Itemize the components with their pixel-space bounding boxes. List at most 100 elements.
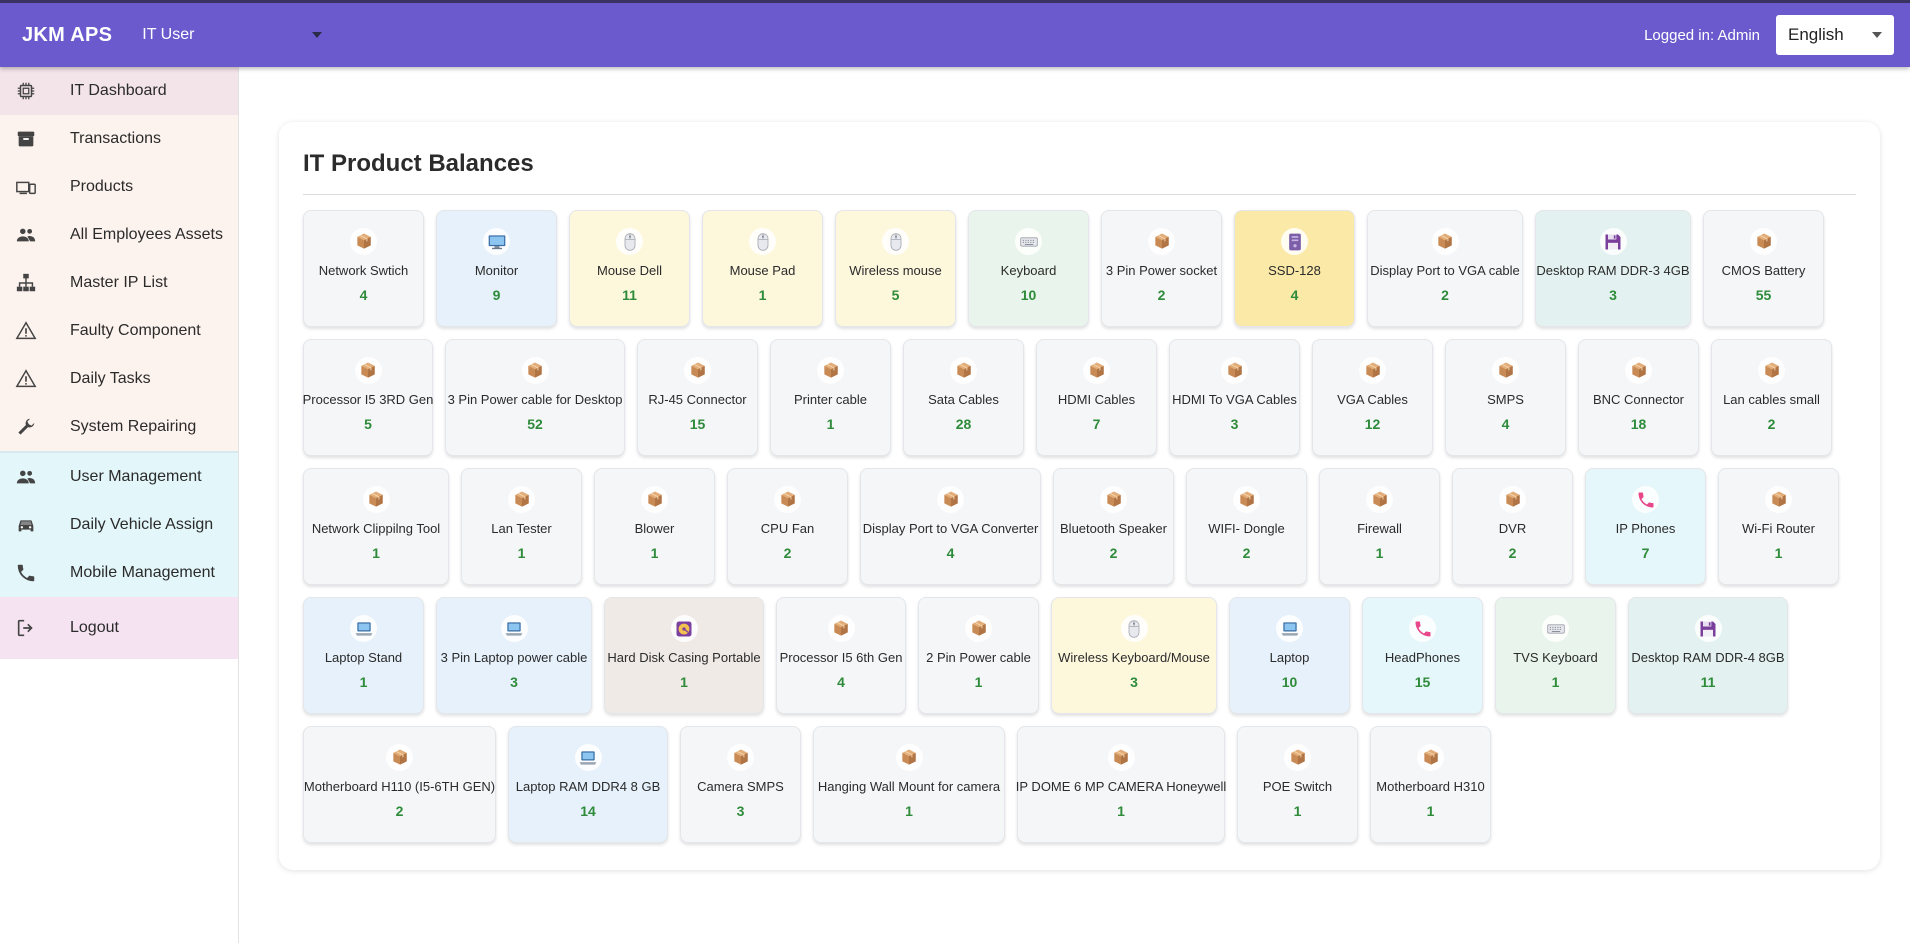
sidebar-item-daily-vehicle-assign[interactable]: Daily Vehicle Assign <box>0 501 238 549</box>
product-name: WIFI- Dongle <box>1208 521 1285 536</box>
product-tile-display-port-to-vga-cable[interactable]: Display Port to VGA cable 2 <box>1367 210 1523 327</box>
product-tile-tvs-keyboard[interactable]: TVS Keyboard 1 <box>1495 597 1616 714</box>
product-tile-bluetooth-speaker[interactable]: Bluetooth Speaker 2 <box>1053 468 1174 585</box>
product-tile-ip-dome-6-mp-camera-honeywell[interactable]: IP DOME 6 MP CAMERA Honeywell 1 <box>1016 726 1226 843</box>
product-tile-rj-45-connector[interactable]: RJ-45 Connector 15 <box>637 339 758 456</box>
product-tile-laptop-ram-ddr4-8-gb[interactable]: Laptop RAM DDR4 8 GB 14 <box>508 726 668 843</box>
product-tile-3-pin-power-socket[interactable]: 3 Pin Power socket 2 <box>1101 210 1222 327</box>
product-tile-wireless-mouse[interactable]: Wireless mouse 5 <box>835 210 956 327</box>
sidebar-item-daily-tasks[interactable]: Daily Tasks <box>0 355 238 403</box>
product-tile-dvr[interactable]: DVR 2 <box>1452 468 1573 585</box>
sidebar-item-user-management[interactable]: User Management <box>0 453 238 501</box>
product-tile-mouse-pad[interactable]: Mouse Pad 1 <box>702 210 823 327</box>
package-icon <box>641 486 668 513</box>
sidebar-item-faulty-component[interactable]: Faulty Component <box>0 307 238 355</box>
sidebar-item-label: Transactions <box>70 130 161 147</box>
package-icon <box>521 357 549 384</box>
sidebar-item-mobile-management[interactable]: Mobile Management <box>0 549 238 597</box>
package-icon <box>684 357 711 384</box>
product-tile-monitor[interactable]: Monitor 9 <box>436 210 557 327</box>
mouse-icon <box>882 228 909 255</box>
product-tile-blower[interactable]: Blower 1 <box>594 468 715 585</box>
product-name: Processor I5 6th Gen <box>779 650 903 665</box>
product-tile-keyboard[interactable]: Keyboard 10 <box>968 210 1089 327</box>
product-tile-laptop[interactable]: Laptop 10 <box>1229 597 1350 714</box>
product-tile-sata-cables[interactable]: Sata Cables 28 <box>903 339 1024 456</box>
product-tile-bnc-connector[interactable]: BNC Connector 18 <box>1578 339 1699 456</box>
product-tile-desktop-ram-ddr-4-8gb[interactable]: Desktop RAM DDR-4 8GB 11 <box>1628 597 1788 714</box>
product-tile-hard-disk-casing-portable[interactable]: Hard Disk Casing Portable 1 <box>604 597 764 714</box>
product-tile-hdmi-to-vga-cables[interactable]: HDMI To VGA Cables 3 <box>1169 339 1300 456</box>
product-tile-3-pin-power-cable-for-desktop[interactable]: 3 Pin Power cable for Desktop 52 <box>445 339 625 456</box>
product-tile-ssd-128[interactable]: SSD-128 4 <box>1234 210 1355 327</box>
product-count: 15 <box>689 416 706 432</box>
product-tile-cpu-fan[interactable]: CPU Fan 2 <box>727 468 848 585</box>
laptop-icon <box>1276 615 1303 642</box>
product-tile-cmos-battery[interactable]: CMOS Battery 55 <box>1703 210 1824 327</box>
product-tile-laptop-stand[interactable]: Laptop Stand 1 <box>303 597 424 714</box>
sidebar-item-label: Faulty Component <box>70 322 201 339</box>
product-name: Wi-Fi Router <box>1742 521 1815 536</box>
product-count: 1 <box>359 674 368 690</box>
product-count: 15 <box>1414 674 1431 690</box>
sidebar-item-label: Master IP List <box>70 274 168 291</box>
product-count: 28 <box>955 416 972 432</box>
product-tile-processor-i5-6th-gen[interactable]: Processor I5 6th Gen 4 <box>776 597 906 714</box>
product-tile-poe-switch[interactable]: POE Switch 1 <box>1237 726 1358 843</box>
product-tile-network-swtich[interactable]: Network Swtich 4 <box>303 210 424 327</box>
product-name: Motherboard H110 (I5-6TH GEN) <box>303 779 496 794</box>
package-icon <box>817 357 844 384</box>
product-tile-hdmi-cables[interactable]: HDMI Cables 7 <box>1036 339 1157 456</box>
product-row: Motherboard H110 (I5-6TH GEN) 2 Laptop RAM… <box>303 726 1863 843</box>
product-tile-camera-smps[interactable]: Camera SMPS 3 <box>680 726 801 843</box>
sidebar-item-transactions[interactable]: Transactions <box>0 115 238 163</box>
car-icon <box>14 513 38 537</box>
product-name: Laptop Stand <box>324 650 403 665</box>
product-tile-3-pin-laptop-power-cable[interactable]: 3 Pin Laptop power cable 3 <box>436 597 592 714</box>
product-tile-headphones[interactable]: HeadPhones 15 <box>1362 597 1483 714</box>
phone-icon <box>14 561 38 585</box>
chevron-down-icon <box>1872 32 1882 38</box>
product-tile-wi-fi-router[interactable]: Wi-Fi Router 1 <box>1718 468 1839 585</box>
logout-label: Logout <box>70 619 119 636</box>
logout-button[interactable]: Logout <box>0 597 238 659</box>
product-name: Firewall <box>1357 521 1402 536</box>
product-tile-network-clippilng-tool[interactable]: Network Clippilng Tool 1 <box>303 468 449 585</box>
product-tile-lan-tester[interactable]: Lan Tester 1 <box>461 468 582 585</box>
product-name: Processor I5 3RD Gen <box>302 392 434 407</box>
product-tile-smps[interactable]: SMPS 4 <box>1445 339 1566 456</box>
product-count: 52 <box>527 416 543 432</box>
product-name: Network Clippilng Tool <box>311 521 441 536</box>
product-name: CMOS Battery <box>1721 263 1806 278</box>
product-tile-2-pin-power-cable[interactable]: 2 Pin Power cable 1 <box>918 597 1039 714</box>
product-tile-motherboard-h310[interactable]: Motherboard H310 1 <box>1370 726 1491 843</box>
product-tile-mouse-dell[interactable]: Mouse Dell 11 <box>569 210 690 327</box>
sidebar-item-master-ip-list[interactable]: Master IP List <box>0 259 238 307</box>
laptop-icon <box>574 744 602 771</box>
product-tile-processor-i5-3rd-gen[interactable]: Processor I5 3RD Gen 5 <box>303 339 433 456</box>
product-count: 7 <box>1641 545 1650 561</box>
product-tile-firewall[interactable]: Firewall 1 <box>1319 468 1440 585</box>
product-tile-wireless-keyboard-mouse[interactable]: Wireless Keyboard/Mouse 3 <box>1051 597 1217 714</box>
sidebar-item-system-repairing[interactable]: System Repairing <box>0 403 238 451</box>
language-select[interactable]: English <box>1776 15 1894 55</box>
product-tile-printer-cable[interactable]: Printer cable 1 <box>770 339 891 456</box>
product-name: Wireless mouse <box>849 263 942 278</box>
sidebar-item-all-employees-assets[interactable]: All Employees Assets <box>0 211 238 259</box>
product-count: 1 <box>758 287 767 303</box>
product-tile-desktop-ram-ddr-3-4gb[interactable]: Desktop RAM DDR-3 4GB 3 <box>1535 210 1691 327</box>
product-tile-hanging-wall-mount-for-camera[interactable]: Hanging Wall Mount for camera 1 <box>813 726 1005 843</box>
product-tile-vga-cables[interactable]: VGA Cables 12 <box>1312 339 1433 456</box>
product-tile-motherboard-h110-i5-6th-gen[interactable]: Motherboard H110 (I5-6TH GEN) 2 <box>303 726 496 843</box>
role-select[interactable]: IT User <box>142 26 323 44</box>
package-icon <box>965 615 992 642</box>
product-tile-ip-phones[interactable]: IP Phones 7 <box>1585 468 1706 585</box>
package-icon <box>1366 486 1393 513</box>
product-name: HDMI Cables <box>1057 392 1136 407</box>
floppy-disk-icon <box>1599 228 1627 255</box>
product-tile-lan-cables-small[interactable]: Lan cables small 2 <box>1711 339 1832 456</box>
product-tile-wifi-dongle[interactable]: WIFI- Dongle 2 <box>1186 468 1307 585</box>
product-tile-display-port-to-vga-converter[interactable]: Display Port to VGA Converter 4 <box>860 468 1041 585</box>
sidebar-item-it-dashboard[interactable]: IT Dashboard <box>0 67 238 115</box>
sidebar-item-products[interactable]: Products <box>0 163 238 211</box>
